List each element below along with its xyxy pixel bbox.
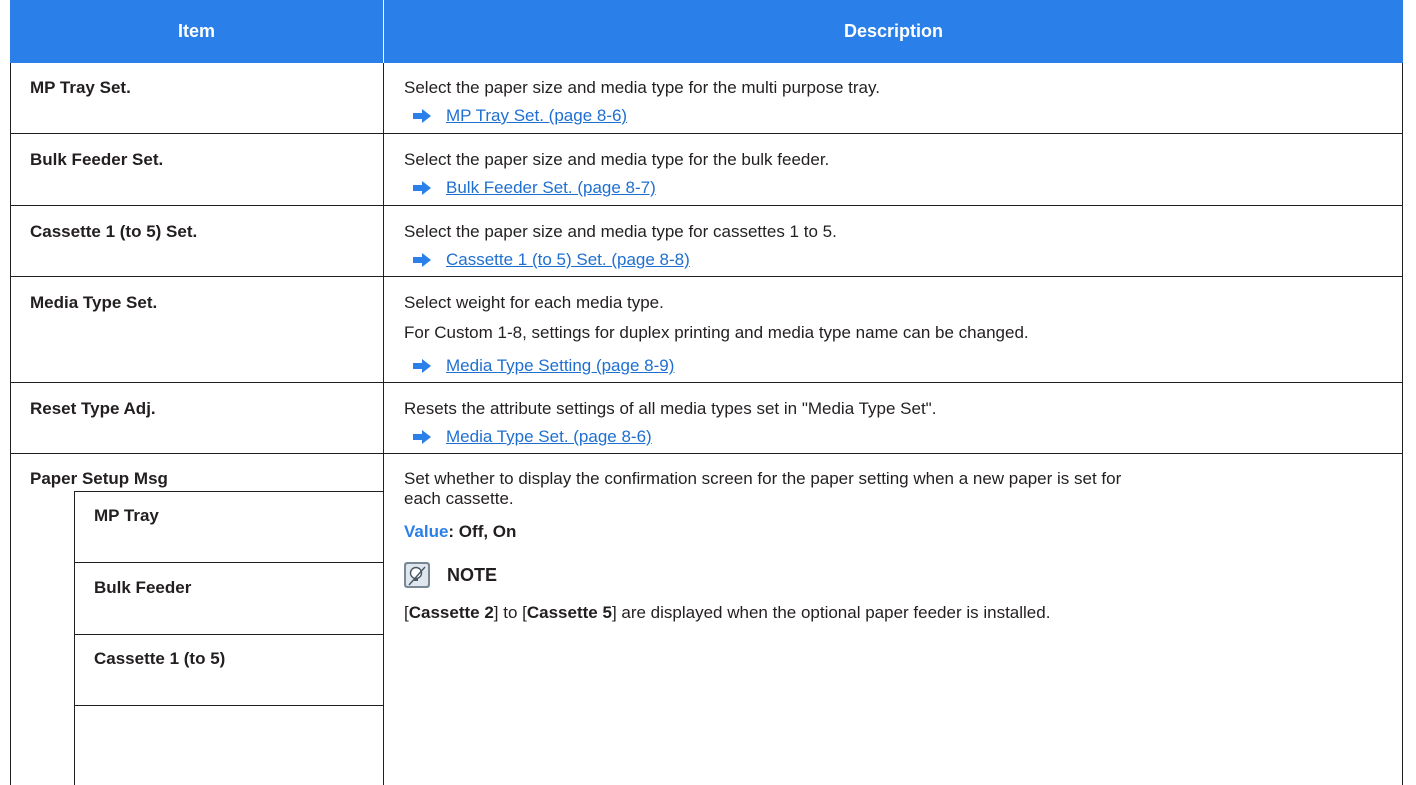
- item-media-type-set: Media Type Set.: [30, 293, 158, 312]
- column-divider: [383, 63, 384, 785]
- arrow-right-icon: [413, 359, 431, 373]
- table-border-left: [10, 63, 11, 785]
- arrow-right-icon: [413, 430, 431, 444]
- subitem-bulk-feeder: Bulk Feeder: [94, 578, 192, 597]
- value-text: : Off, On: [448, 522, 517, 541]
- item-reset-type-adj: Reset Type Adj.: [30, 399, 156, 418]
- link-mp-tray-set[interactable]: MP Tray Set. (page 8-6): [446, 106, 627, 126]
- link-bulk-feeder-set[interactable]: Bulk Feeder Set. (page 8-7): [446, 178, 656, 198]
- table-border-right: [1402, 63, 1403, 785]
- item-mp-tray-set: MP Tray Set.: [30, 78, 131, 97]
- subitem-divider: [74, 705, 383, 706]
- column-header-description: Description: [384, 0, 1403, 63]
- row-divider: [10, 453, 1403, 454]
- settings-table: Item Description MP Tray Set. Select the…: [10, 0, 1403, 785]
- subitem-border-left: [74, 491, 75, 785]
- note-cassette-5: Cassette 5: [526, 603, 612, 622]
- link-cassette-set[interactable]: Cassette 1 (to 5) Set. (page 8-8): [446, 250, 690, 270]
- row-divider: [10, 205, 1403, 206]
- description-paper-setup-line1: Set whether to display the confirmation …: [404, 469, 1122, 488]
- row-divider: [10, 133, 1403, 134]
- description-cassette-set: Select the paper size and media type for…: [404, 222, 837, 241]
- description-reset-type-adj: Resets the attribute settings of all med…: [404, 399, 937, 418]
- lightbulb-note-icon: [404, 562, 430, 588]
- description-bulk-feeder-set: Select the paper size and media type for…: [404, 150, 830, 169]
- arrow-right-icon: [413, 253, 431, 267]
- column-header-item: Item: [10, 0, 383, 63]
- header-divider: [383, 0, 384, 63]
- subitem-cassette: Cassette 1 (to 5): [94, 649, 226, 668]
- description-mp-tray-set: Select the paper size and media type for…: [404, 78, 880, 97]
- link-media-type-set[interactable]: Media Type Set. (page 8-6): [446, 427, 652, 447]
- arrow-right-icon: [413, 109, 431, 123]
- arrow-right-icon: [413, 181, 431, 195]
- note-cassette-2: Cassette 2: [408, 603, 494, 622]
- subitem-divider: [74, 562, 383, 563]
- subitem-divider: [74, 491, 383, 492]
- note-mid: ] to [: [493, 603, 527, 622]
- note-text: [Cassette 2] to [Cassette 5] are display…: [404, 603, 1050, 623]
- value-label: Value: [404, 522, 449, 541]
- description-media-type-set: Select weight for each media type.: [404, 293, 664, 312]
- item-cassette-set: Cassette 1 (to 5) Set.: [30, 222, 198, 241]
- link-media-type-setting[interactable]: Media Type Setting (page 8-9): [446, 356, 674, 376]
- row-divider: [10, 276, 1403, 277]
- note-rest: ] are displayed when the optional paper …: [611, 603, 1051, 622]
- item-bulk-feeder-set: Bulk Feeder Set.: [30, 150, 164, 169]
- description-paper-setup-line2: each cassette.: [404, 489, 514, 508]
- description-media-type-set-line2: For Custom 1-8, settings for duplex prin…: [404, 323, 1029, 342]
- subitem-divider: [74, 634, 383, 635]
- subitem-mp-tray: MP Tray: [94, 506, 159, 525]
- item-paper-setup-msg: Paper Setup Msg: [30, 469, 168, 488]
- note-title: NOTE: [447, 565, 498, 585]
- value-options: Value: Off, On: [404, 522, 516, 542]
- row-divider: [10, 382, 1403, 383]
